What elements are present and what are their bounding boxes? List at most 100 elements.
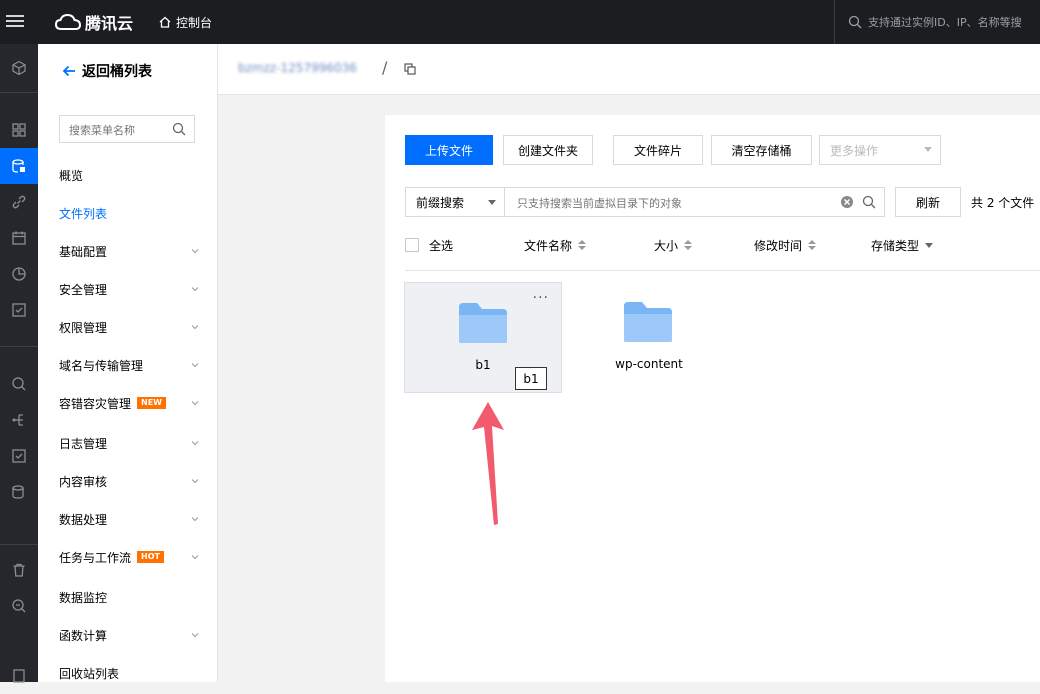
brand-logo[interactable]: 腾讯云 [55,10,133,34]
more-options-icon[interactable]: ··· [533,291,549,305]
menu-item-permissions[interactable]: 权限管理 [59,315,199,339]
more-actions-dropdown[interactable]: 更多操作 [819,135,941,165]
refresh-button[interactable]: 刷新 [895,187,961,217]
global-search[interactable]: 支持通过实例ID、IP、名称等搜 [848,10,1022,34]
search-icon[interactable] [172,122,186,136]
menu-item-security[interactable]: 安全管理 [59,277,199,301]
dashboard-icon[interactable] [0,112,38,148]
menu-icon[interactable] [6,12,24,32]
clear-bucket-button[interactable]: 清空存储桶 [711,135,812,165]
search-icon[interactable] [862,195,876,209]
column-modified-time[interactable]: 修改时间 [754,233,817,257]
sort-icon [578,240,587,250]
home-icon [159,16,171,28]
hot-badge: HOT [137,551,164,563]
new-badge: NEW [137,397,166,409]
menu-item-file-list[interactable]: 文件列表 [59,201,199,225]
breadcrumb: bzmzz-1257996036 / [218,44,1040,95]
chevron-down-icon [191,441,199,446]
menu-item-label: 安全管理 [59,282,108,297]
document-icon[interactable] [0,658,38,694]
brand-name: 腾讯云 [85,14,134,33]
top-navbar: 腾讯云 控制台 支持通过实例ID、IP、名称等搜 [0,0,1040,44]
menu-item-overview[interactable]: 概览 [59,163,199,187]
back-to-bucket-list[interactable]: 返回桶列表 [62,61,152,81]
column-storage-class[interactable]: 存储类型 [871,233,934,257]
menu-item-label: 概览 [59,168,84,183]
header-label: 修改时间 [754,238,803,253]
file-search-input[interactable] [515,188,819,218]
menu-item-label: 文件列表 [59,206,108,221]
more-actions-label: 更多操作 [830,143,879,158]
folder-icon [459,303,507,343]
menu-item-label: 内容审核 [59,474,108,489]
console-link[interactable]: 控制台 [158,10,212,34]
chevron-down-icon [191,363,199,368]
sort-icon [808,240,817,250]
global-search-placeholder: 支持通过实例ID、IP、名称等搜 [868,16,1022,29]
folder-name-tooltip: b1 [515,367,547,390]
chevron-down-icon [191,633,199,638]
chevron-down-icon [191,401,199,406]
folder-tile[interactable]: wp-content [570,282,728,393]
caret-down-icon [924,147,932,152]
caret-down-icon [488,200,496,205]
menu-item-tasks-workflow[interactable]: 任务与工作流 HOT [59,545,199,569]
menu-item-label: 数据处理 [59,512,108,527]
menu-item-label: 基础配置 [59,244,108,259]
chevron-down-icon [191,287,199,292]
chevron-down-icon [191,249,199,254]
menu-item-logs[interactable]: 日志管理 [59,431,199,455]
menu-item-recycle-bin[interactable]: 回收站列表 [59,661,199,685]
menu-search-input[interactable] [67,116,171,144]
upload-button[interactable]: 上传文件 [405,135,493,165]
clear-icon[interactable] [840,195,854,209]
chevron-down-icon [191,325,199,330]
cube-icon[interactable] [0,50,38,86]
search-icon [848,15,862,29]
file-count: 共 2 个文件 [971,195,1035,210]
divider [0,544,38,545]
checklist-icon[interactable] [0,292,38,328]
column-file-name[interactable]: 文件名称 [524,233,587,257]
back-label: 返回桶列表 [82,64,152,80]
file-fragments-button[interactable]: 文件碎片 [613,135,703,165]
annotation-arrow-icon [472,402,504,525]
menu-item-data-monitoring[interactable]: 数据监控 [59,585,199,609]
bucket-name[interactable]: bzmzz-1257996036 [238,61,357,75]
select-all-label[interactable]: 全选 [429,233,453,257]
calendar-icon[interactable] [0,220,38,256]
chevron-down-icon [191,517,199,522]
filter-caret-icon [925,243,934,248]
menu-item-basic-config[interactable]: 基础配置 [59,239,199,263]
menu-item-content-audit[interactable]: 内容审核 [59,469,199,493]
zoom-icon[interactable] [0,588,38,624]
menu-item-functions[interactable]: 函数计算 [59,623,199,647]
task-check-icon[interactable] [0,438,38,474]
sort-icon [684,240,693,250]
search-mode-select[interactable]: 前缀搜索 [405,187,505,217]
breadcrumb-separator: / [382,58,388,77]
search-mode-value: 前缀搜索 [416,195,465,210]
chevron-down-icon [191,479,199,484]
topology-icon[interactable] [0,402,38,438]
trash-icon[interactable] [0,552,38,588]
menu-item-label: 域名与传输管理 [59,358,144,373]
create-folder-button[interactable]: 创建文件夹 [503,135,593,165]
menu-item-domain-transfer[interactable]: 域名与传输管理 [59,353,199,377]
table-header: 全选 文件名称 大小 修改时间 存储类型 [405,233,1040,257]
pie-chart-icon[interactable] [0,256,38,292]
column-size[interactable]: 大小 [654,233,693,257]
link-icon[interactable] [0,184,38,220]
monitor-search-icon[interactable] [0,366,38,402]
menu-item-data-processing[interactable]: 数据处理 [59,507,199,531]
side-menu: 返回桶列表 概览 文件列表 基础配置 安全管理 权限管理 域名与传输管理 容错容… [38,44,218,682]
database-icon[interactable] [0,474,38,510]
copy-icon[interactable] [404,63,416,75]
storage-icon[interactable] [0,148,38,184]
arrow-left-icon [62,65,75,77]
menu-item-disaster-recovery[interactable]: 容错容灾管理 NEW [59,391,199,415]
menu-item-label: 权限管理 [59,320,108,335]
select-all-checkbox[interactable] [405,238,419,252]
cloud-logo-icon [55,13,81,30]
